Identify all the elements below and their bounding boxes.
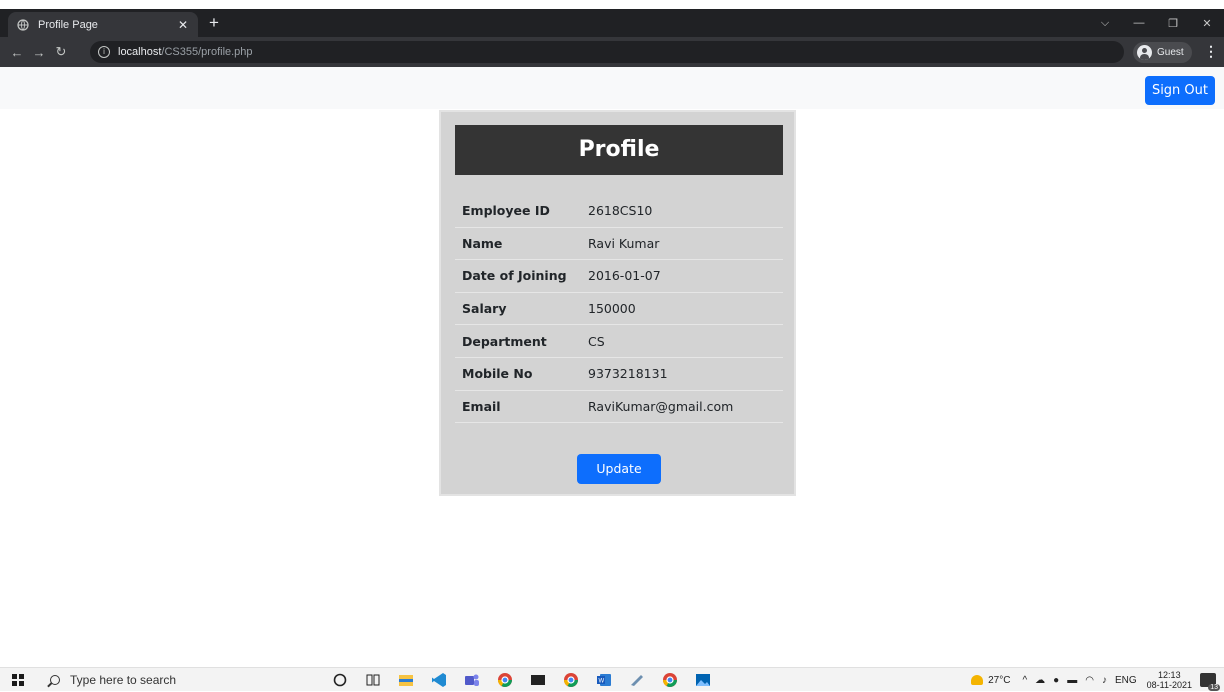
field-label: Salary [462, 301, 507, 317]
field-label: Mobile No [462, 366, 533, 382]
battery-icon[interactable]: ▬ [1067, 675, 1077, 686]
app-icon[interactable] [627, 670, 647, 690]
table-row: Employee ID 2618CS10 [455, 195, 783, 228]
search-placeholder: Type here to search [70, 673, 177, 687]
avatar-icon [1137, 45, 1152, 60]
weather-icon [971, 675, 984, 685]
globe-icon [16, 18, 30, 32]
chrome-icon[interactable] [561, 670, 581, 690]
notification-icon[interactable]: 13 [1200, 673, 1220, 691]
file-explorer-icon[interactable] [396, 670, 416, 690]
browser-toolbar: ← → ↻ i localhost /CS355/profile.php Gue… [0, 37, 1224, 67]
table-row: Department CS [455, 325, 783, 358]
browser-tab-bar: Profile Page ✕ + ⌵ — ❐ ✕ [0, 9, 1224, 37]
field-label: Name [462, 235, 503, 251]
tab-search-icon[interactable]: ⌵ [1088, 17, 1122, 30]
profile-label: Guest [1157, 47, 1184, 58]
info-icon[interactable]: i [98, 46, 110, 58]
profile-button[interactable]: Guest [1133, 42, 1192, 63]
task-view-icon[interactable] [363, 670, 383, 690]
system-tray: 27°C ^ ☁ ● ▬ ◠ ♪ ENG 12:13 08-11-2021 13 [971, 668, 1224, 692]
word-icon[interactable]: W [594, 670, 614, 690]
weather-widget[interactable]: 27°C [971, 675, 1010, 686]
svg-text:W: W [599, 679, 605, 685]
restore-icon[interactable]: ❐ [1156, 17, 1190, 30]
speaker-icon[interactable]: ♪ [1102, 675, 1107, 686]
cloud-icon[interactable]: ☁ [1035, 675, 1045, 686]
chevron-up-icon[interactable]: ^ [1022, 675, 1027, 686]
cortana-icon[interactable] [330, 670, 350, 690]
table-row: Mobile No 9373218131 [455, 358, 783, 391]
weather-temp: 27°C [988, 674, 1011, 686]
field-value: 150000 [588, 301, 636, 317]
language-indicator[interactable]: ENG [1115, 675, 1137, 686]
url-host: localhost [118, 46, 162, 58]
sign-out-button[interactable]: Sign Out [1144, 76, 1215, 105]
profile-card: Profile Employee ID 2618CS10 Name Ravi K… [439, 110, 796, 496]
field-value: Ravi Kumar [588, 235, 660, 251]
taskbar-search[interactable]: Type here to search [50, 669, 176, 691]
clock-date: 08-11-2021 [1146, 680, 1192, 690]
search-icon [50, 675, 60, 685]
minimize-icon[interactable]: — [1122, 17, 1156, 29]
more-menu-icon[interactable]: ⋮ [1204, 43, 1218, 60]
reload-icon[interactable]: ↻ [50, 44, 72, 60]
photos-icon[interactable] [693, 670, 713, 690]
forward-icon[interactable]: → [28, 45, 50, 60]
close-window-icon[interactable]: ✕ [1190, 17, 1224, 30]
back-icon[interactable]: ← [6, 45, 28, 60]
field-value: 2016-01-07 [588, 268, 661, 284]
profile-table: Employee ID 2618CS10 Name Ravi Kumar Dat… [455, 195, 783, 424]
browser-tab[interactable]: Profile Page ✕ [8, 12, 198, 37]
window-controls: ⌵ — ❐ ✕ [1088, 9, 1224, 37]
field-value: RaviKumar@gmail.com [588, 398, 734, 414]
table-row: Name Ravi Kumar [455, 228, 783, 261]
chrome-icon[interactable] [495, 670, 515, 690]
field-label: Employee ID [462, 203, 550, 219]
teams-icon[interactable] [462, 670, 482, 690]
microphone-icon[interactable]: ● [1053, 675, 1059, 686]
field-label: Date of Joining [462, 268, 567, 284]
field-value: 2618CS10 [588, 203, 653, 219]
terminal-icon[interactable] [528, 670, 548, 690]
address-bar[interactable]: i localhost /CS355/profile.php [90, 41, 1124, 63]
chrome-icon[interactable] [660, 670, 680, 690]
vscode-icon[interactable] [429, 670, 449, 690]
wifi-icon[interactable]: ◠ [1085, 675, 1094, 686]
field-value: 9373218131 [588, 366, 668, 382]
field-value: CS [588, 333, 605, 349]
table-row: Salary 150000 [455, 293, 783, 326]
tab-title: Profile Page [38, 18, 98, 31]
update-button[interactable]: Update [577, 454, 661, 484]
new-tab-icon[interactable]: + [204, 14, 224, 34]
page-navbar: Sign Out [0, 67, 1224, 109]
card-title: Profile [455, 125, 783, 175]
taskbar-apps: W [330, 670, 726, 690]
windows-taskbar: Type here to search W 27°C ^ ☁ ● ▬ ◠ ♪ E… [0, 667, 1224, 691]
clock-time: 12:13 [1158, 670, 1181, 680]
close-tab-icon[interactable]: ✕ [176, 18, 190, 32]
clock[interactable]: 12:13 08-11-2021 [1147, 670, 1192, 690]
field-label: Department [462, 333, 547, 349]
table-row: Email RaviKumar@gmail.com [455, 391, 783, 424]
windows-start-icon[interactable] [12, 674, 24, 686]
table-row: Date of Joining 2016-01-07 [455, 260, 783, 293]
window-top-strip [0, 0, 1224, 9]
field-label: Email [462, 398, 501, 414]
notification-count: 13 [1208, 684, 1220, 691]
url-path: /CS355/profile.php [161, 46, 253, 58]
